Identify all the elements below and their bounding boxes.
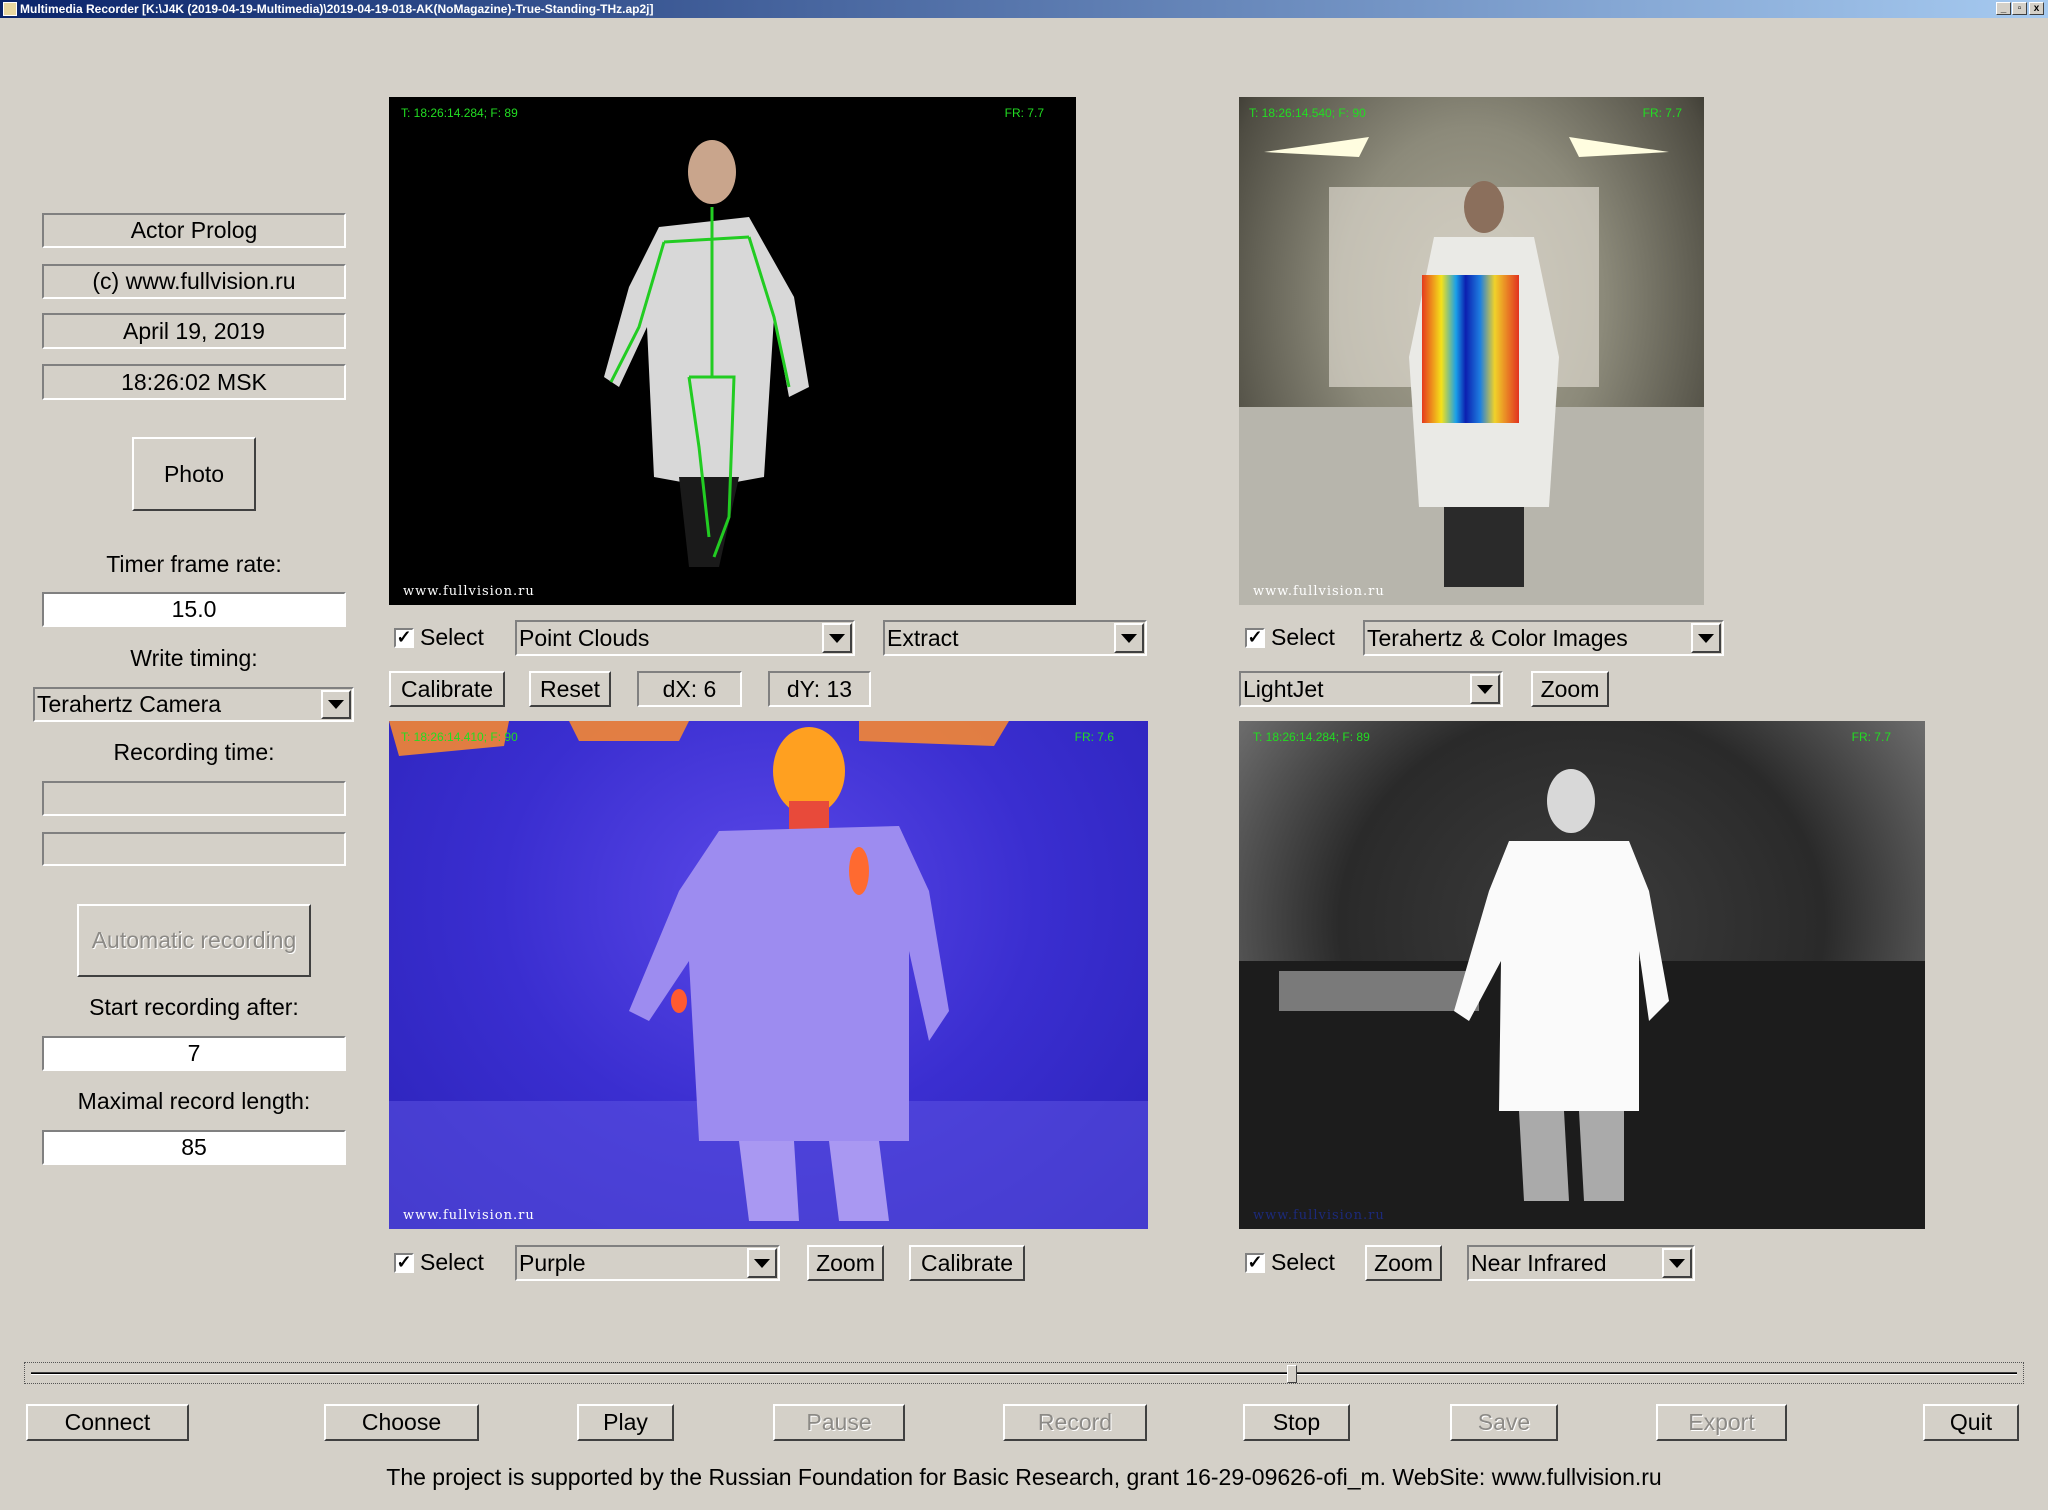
terahertz-palette-select[interactable]: LightJet: [1239, 671, 1503, 707]
checkmark-icon[interactable]: ✓: [394, 1252, 414, 1273]
chevron-down-icon[interactable]: [1662, 1248, 1692, 1278]
thermal-scene: [389, 721, 1148, 1229]
checkmark-icon[interactable]: ✓: [394, 627, 414, 648]
automatic-recording-button[interactable]: Automatic recording: [77, 904, 311, 977]
frame-rate-overlay: FR: 7.7: [1642, 106, 1682, 120]
thermal-zoom-button[interactable]: Zoom: [807, 1245, 884, 1281]
connect-button[interactable]: Connect: [26, 1404, 189, 1441]
thermal-select-checkbox[interactable]: ✓ Select: [394, 1249, 484, 1276]
point-clouds-reset-button[interactable]: Reset: [529, 671, 611, 707]
info-app-name: Actor Prolog: [42, 213, 346, 248]
terahertz-select-checkbox[interactable]: ✓ Select: [1245, 624, 1335, 651]
info-time: 18:26:02 MSK: [42, 364, 346, 400]
photo-button[interactable]: Photo: [132, 437, 256, 511]
timestamp-overlay: T: 18:26:14.410; F: 90: [401, 730, 518, 744]
timestamp-overlay: T: 18:26:14.284; F: 89: [401, 106, 518, 120]
watermark: www.fullvision.ru: [403, 584, 535, 599]
title-bar: Multimedia Recorder [K:\J4K (2019-04-19-…: [0, 0, 2048, 18]
point-clouds-mode-select[interactable]: Point Clouds: [515, 620, 855, 656]
stop-button[interactable]: Stop: [1243, 1404, 1350, 1441]
person-skeleton-figure: [604, 140, 809, 567]
chevron-down-icon[interactable]: [822, 623, 852, 653]
watermark: www.fullvision.ru: [1253, 584, 1385, 599]
frame-rate-overlay: FR: 7.7: [1004, 106, 1044, 120]
thermal-calibrate-button[interactable]: Calibrate: [909, 1245, 1025, 1281]
mode-value: Terahertz & Color Images: [1367, 624, 1628, 651]
infrared-select-checkbox[interactable]: ✓ Select: [1245, 1249, 1335, 1276]
select-label: Select: [1271, 1249, 1335, 1275]
write-timing-label: Write timing:: [130, 645, 258, 671]
footer-text: The project is supported by the Russian …: [386, 1464, 1662, 1490]
window-title: Multimedia Recorder [K:\J4K (2019-04-19-…: [20, 2, 654, 16]
chevron-down-icon[interactable]: [1691, 623, 1721, 653]
pause-button[interactable]: Pause: [773, 1404, 905, 1441]
chevron-down-icon[interactable]: [321, 690, 351, 719]
point-cloud-view[interactable]: T: 18:26:14.284; F: 89 FR: 7.7 www.fullv…: [389, 97, 1076, 605]
info-date: April 19, 2019: [42, 313, 346, 349]
timer-frame-rate-label: Timer frame rate:: [106, 551, 282, 577]
chevron-down-icon[interactable]: [747, 1248, 777, 1278]
recording-time-label: Recording time:: [113, 739, 275, 765]
point-clouds-calibrate-button[interactable]: Calibrate: [389, 671, 505, 707]
frame-rate-overlay: FR: 7.6: [1074, 730, 1114, 744]
export-button[interactable]: Export: [1656, 1404, 1787, 1441]
info-copyright: (c) www.fullvision.ru: [42, 264, 346, 299]
slider-thumb[interactable]: [1287, 1365, 1298, 1383]
start-recording-after-label: Start recording after:: [89, 994, 299, 1020]
select-label: Select: [420, 624, 484, 650]
write-timing-value: Terahertz Camera: [37, 691, 222, 717]
maximize-button[interactable]: ▫: [2012, 2, 2027, 15]
infrared-zoom-button[interactable]: Zoom: [1365, 1245, 1442, 1281]
infrared-mode-select[interactable]: Near Infrared: [1467, 1245, 1695, 1281]
chevron-down-icon[interactable]: [1470, 674, 1500, 704]
terahertz-scene: [1239, 137, 1704, 605]
checkmark-icon[interactable]: ✓: [1245, 1252, 1265, 1273]
mode-value: Near Infrared: [1471, 1249, 1607, 1276]
max-record-length-label: Maximal record length:: [77, 1088, 311, 1114]
start-recording-after-input[interactable]: 7: [42, 1036, 346, 1071]
palette-value: LightJet: [1243, 675, 1324, 702]
watermark: www.fullvision.ru: [403, 1208, 535, 1223]
timestamp-overlay: T: 18:26:14.284; F: 89: [1253, 730, 1370, 744]
terahertz-zoom-button[interactable]: Zoom: [1531, 671, 1609, 707]
recording-time-field-2: [42, 832, 346, 866]
timer-frame-rate-input[interactable]: 15.0: [42, 592, 346, 627]
recording-time-field-1: [42, 781, 346, 816]
play-button[interactable]: Play: [577, 1404, 674, 1441]
max-record-length-input[interactable]: 85: [42, 1130, 346, 1165]
java-app-icon: [3, 2, 17, 16]
filter-value: Extract: [887, 624, 959, 651]
dx-readout: dX: 6: [637, 671, 742, 707]
chevron-down-icon[interactable]: [1114, 623, 1144, 653]
choose-button[interactable]: Choose: [324, 1404, 479, 1441]
quit-button[interactable]: Quit: [1923, 1404, 2019, 1441]
select-label: Select: [1271, 624, 1335, 650]
select-label: Select: [420, 1249, 484, 1275]
infrared-scene: [1239, 769, 1925, 1229]
timestamp-overlay: T: 18:26:14.540; F: 90: [1249, 106, 1366, 120]
slider-track: [31, 1372, 2017, 1375]
close-button[interactable]: x: [2029, 2, 2044, 15]
watermark: www.fullvision.ru: [1253, 1208, 1385, 1223]
frame-rate-overlay: FR: 7.7: [1851, 730, 1891, 744]
playback-slider[interactable]: [24, 1362, 2024, 1384]
minimize-button[interactable]: _: [1996, 2, 2011, 15]
record-button[interactable]: Record: [1003, 1404, 1147, 1441]
terahertz-color-view[interactable]: T: 18:26:14.540; F: 90 FR: 7.7 www.fullv…: [1239, 97, 1704, 605]
save-button[interactable]: Save: [1450, 1404, 1558, 1441]
palette-value: Purple: [519, 1249, 586, 1276]
point-clouds-select-checkbox[interactable]: ✓ Select: [394, 624, 484, 651]
point-clouds-filter-select[interactable]: Extract: [883, 620, 1147, 656]
dy-readout: dY: 13: [768, 671, 871, 707]
terahertz-mode-select[interactable]: Terahertz & Color Images: [1363, 620, 1724, 656]
thermal-palette-select[interactable]: Purple: [515, 1245, 780, 1281]
mode-value: Point Clouds: [519, 624, 650, 651]
checkmark-icon[interactable]: ✓: [1245, 627, 1265, 648]
near-infrared-view[interactable]: T: 18:26:14.284; F: 89 FR: 7.7 www.fullv…: [1239, 721, 1925, 1229]
thermal-view[interactable]: T: 18:26:14.410; F: 90 FR: 7.6 www.fullv…: [389, 721, 1148, 1229]
write-timing-select[interactable]: Terahertz Camera: [33, 687, 354, 722]
